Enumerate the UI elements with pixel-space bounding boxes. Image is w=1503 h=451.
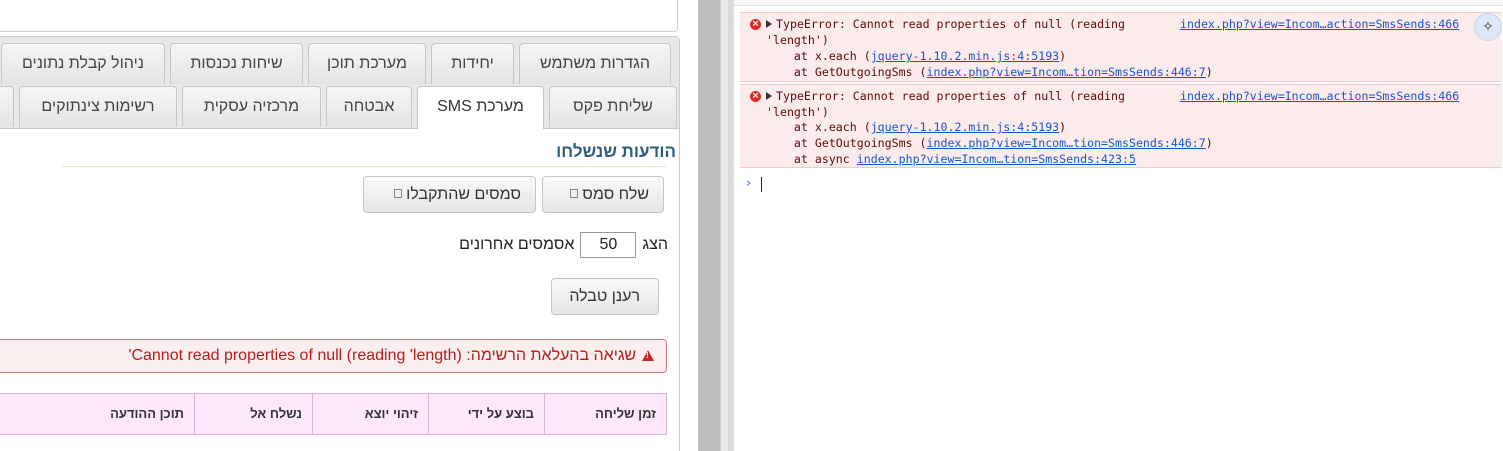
tab-incoming-calls[interactable]: שיחות נכנסות <box>170 43 303 84</box>
section-title: הודעות שנשלחו <box>556 142 676 161</box>
error-head-text: TypeError: Cannot read properties of nul… <box>776 17 1126 31</box>
document-icon <box>570 189 579 199</box>
stack-frame: at x.each (jquery-1.10.2.min.js:4:5193) <box>766 49 1066 64</box>
tab-units[interactable]: יחידות <box>431 43 514 84</box>
stack-frame: at GetOutgoingSms (index.php?view=Incom…… <box>766 136 1213 151</box>
col-performed-by[interactable]: בוצע על ידי <box>428 394 544 434</box>
stack-suffix: ) <box>1205 65 1213 79</box>
error-head-text: TypeError: Cannot read properties of nul… <box>776 89 1126 103</box>
tab-data-reception[interactable]: ניהול קבלת נתונים <box>1 43 165 84</box>
tab-fax-sending[interactable]: שליחת פקס <box>549 86 677 127</box>
error-head-line-2: 'length') <box>766 33 829 47</box>
show-suffix-label: אסמסים אחרונים <box>459 236 575 253</box>
error-circle-icon: × <box>750 19 761 30</box>
console-toolbar-edge <box>734 0 1503 6</box>
col-caller-id[interactable]: זיהוי יוצא <box>312 394 428 434</box>
stack-suffix: ) <box>1205 136 1213 150</box>
stack-frame: at GetOutgoingSms (index.php?view=Incom…… <box>766 65 1213 80</box>
error-source-link[interactable]: index.php?view=Incom…action=SmsSends:466 <box>1180 17 1459 32</box>
show-prefix-label: הצג <box>642 236 668 253</box>
stack-prefix: at x.each ( <box>766 120 871 134</box>
sms-app-pane: הגדרות משתמש יחידות מערכת תוכן שיחות נכנ… <box>0 0 698 451</box>
tab-security[interactable]: אבטחה <box>326 86 412 127</box>
tab-ping-lists[interactable]: רשימות צינתוקים <box>19 86 177 127</box>
pane-splitter[interactable] <box>698 0 728 451</box>
stack-link[interactable]: index.php?view=Incom…tion=SmsSends:446:7 <box>927 65 1206 79</box>
col-message-content[interactable]: תוכן ההודעה <box>0 394 194 434</box>
error-head-line[interactable]: TypeError: Cannot read properties of nul… <box>766 17 1125 32</box>
splitter-edge <box>720 0 728 451</box>
error-source-link[interactable]: index.php?view=Incom…action=SmsSends:466 <box>1180 89 1459 104</box>
error-head-line-2: 'length') <box>766 105 829 119</box>
error-text: שגיאה בהעלאת הרשימה: (Cannot read proper… <box>128 347 636 364</box>
error-alert: שגיאה בהעלאת הרשימה: (Cannot read proper… <box>0 339 667 373</box>
console-error-message[interactable]: × TypeError: Cannot read properties of n… <box>740 12 1502 82</box>
tab-overflow[interactable] <box>0 86 14 127</box>
stack-suffix: ) <box>1059 120 1067 134</box>
stack-link[interactable]: jquery-1.10.2.min.js:4:5193 <box>871 49 1059 63</box>
received-sms-label: סמסים שהתקבלו <box>406 186 521 203</box>
sms-count-input[interactable] <box>580 232 637 258</box>
stack-prefix: at GetOutgoingSms ( <box>766 65 927 79</box>
console-input-caret[interactable] <box>761 177 762 192</box>
send-sms-label: שלח סמס <box>582 186 649 203</box>
warning-icon <box>642 350 654 361</box>
sms-table-header: זמן שליחה בוצע על ידי זיהוי יוצא נשלח אל… <box>0 393 667 435</box>
stack-link[interactable]: jquery-1.10.2.min.js:4:5193 <box>871 120 1059 134</box>
tab-user-settings[interactable]: הגדרות משתמש <box>519 43 671 84</box>
expand-triangle-icon[interactable] <box>766 92 772 100</box>
tab-strip: הגדרות משתמש יחידות מערכת תוכן שיחות נכנ… <box>0 37 679 129</box>
console-prompt-icon: › <box>746 176 752 191</box>
console-error-message[interactable]: × TypeError: Cannot read properties of n… <box>740 84 1502 168</box>
stack-link[interactable]: index.php?view=Incom…tion=SmsSends:423:5 <box>857 152 1136 166</box>
ai-assistant-icon[interactable]: ✧ <box>1474 13 1502 41</box>
col-sent-to[interactable]: נשלח אל <box>194 394 312 434</box>
title-divider <box>62 166 666 167</box>
stack-link[interactable]: index.php?view=Incom…tion=SmsSends:446:7 <box>927 136 1206 150</box>
stack-prefix: at GetOutgoingSms ( <box>766 136 927 150</box>
show-count-row: הצג אסמסים אחרונים <box>459 232 668 258</box>
col-send-time[interactable]: זמן שליחה <box>544 394 666 434</box>
stack-prefix: at async <box>766 152 857 166</box>
error-head-line[interactable]: TypeError: Cannot read properties of nul… <box>766 89 1125 104</box>
tab-content-system[interactable]: מערכת תוכן <box>308 43 426 84</box>
document-icon <box>394 189 403 199</box>
stack-frame: at async index.php?view=Incom…tion=SmsSe… <box>766 152 1136 167</box>
top-panel <box>0 0 678 32</box>
tab-sms-system[interactable]: מערכת SMS <box>417 86 544 129</box>
refresh-table-button[interactable]: רענן טבלה <box>551 278 659 315</box>
stack-suffix: ) <box>1059 49 1067 63</box>
error-circle-icon: × <box>750 91 761 102</box>
tab-business-pbx[interactable]: מרכזיה עסקית <box>182 86 321 127</box>
stack-prefix: at x.each ( <box>766 49 871 63</box>
send-sms-button[interactable]: שלח סמס <box>542 176 664 213</box>
stack-frame: at x.each (jquery-1.10.2.min.js:4:5193) <box>766 120 1066 135</box>
expand-triangle-icon[interactable] <box>766 20 772 28</box>
received-sms-button[interactable]: סמסים שהתקבלו <box>363 176 536 213</box>
devtools-console: × TypeError: Cannot read properties of n… <box>734 0 1503 451</box>
